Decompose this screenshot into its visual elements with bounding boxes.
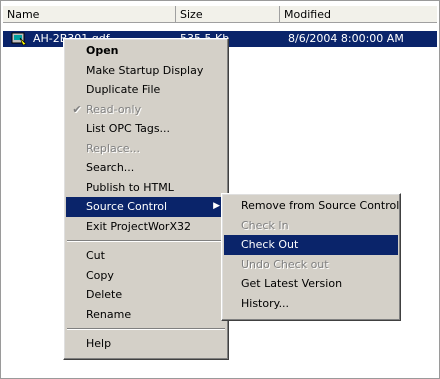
column-header: Name Size Modified xyxy=(3,6,437,23)
menu-item-read-only[interactable]: ✔ Read-only xyxy=(66,100,226,120)
menu-item-cut[interactable]: Cut xyxy=(66,246,226,266)
menu-item-help[interactable]: Help xyxy=(66,334,226,354)
submenu-item-check-out[interactable]: Check Out xyxy=(224,235,398,255)
submenu-item-remove[interactable]: Remove from Source Control xyxy=(224,196,399,216)
menu-item-duplicate-file[interactable]: Duplicate File xyxy=(66,80,226,100)
menu-item-search[interactable]: Search... xyxy=(66,158,226,178)
source-control-submenu: Remove from Source Control Check In Chec… xyxy=(221,193,401,321)
menu-item-source-control-label: Source Control xyxy=(86,200,168,213)
context-menu: Open Make Startup Display Duplicate File… xyxy=(63,38,229,360)
display-file-icon xyxy=(11,32,27,46)
menu-item-make-startup-display[interactable]: Make Startup Display xyxy=(66,61,226,81)
menu-item-source-control[interactable]: Source Control ▶ xyxy=(66,197,226,217)
column-size-header[interactable]: Size xyxy=(176,6,280,23)
submenu-item-check-in[interactable]: Check In xyxy=(224,216,398,236)
submenu-item-get-latest[interactable]: Get Latest Version xyxy=(224,274,398,294)
menu-item-read-only-label: Read-only xyxy=(86,102,142,116)
menu-item-copy[interactable]: Copy xyxy=(66,266,226,286)
column-name-header[interactable]: Name xyxy=(3,6,176,23)
menu-item-replace[interactable]: Replace... xyxy=(66,139,226,159)
column-modified-header[interactable]: Modified xyxy=(280,6,437,23)
checkmark-icon: ✔ xyxy=(72,102,82,116)
menu-item-list-opc-tags[interactable]: List OPC Tags... xyxy=(66,119,226,139)
menu-item-delete[interactable]: Delete xyxy=(66,285,226,305)
menu-item-exit[interactable]: Exit ProjectWorX32 xyxy=(66,217,226,237)
menu-separator xyxy=(67,240,225,242)
submenu-arrow-icon: ▶ xyxy=(213,201,220,211)
submenu-item-undo-check-out[interactable]: Undo Check out xyxy=(224,255,398,275)
file-modified: 8/6/2004 8:00:00 AM xyxy=(288,32,404,45)
menu-item-publish-html[interactable]: Publish to HTML xyxy=(66,178,226,198)
menu-item-rename[interactable]: Rename xyxy=(66,305,226,325)
menu-separator xyxy=(67,328,225,330)
submenu-item-history[interactable]: History... xyxy=(224,294,398,314)
menu-item-open[interactable]: Open xyxy=(66,41,226,61)
